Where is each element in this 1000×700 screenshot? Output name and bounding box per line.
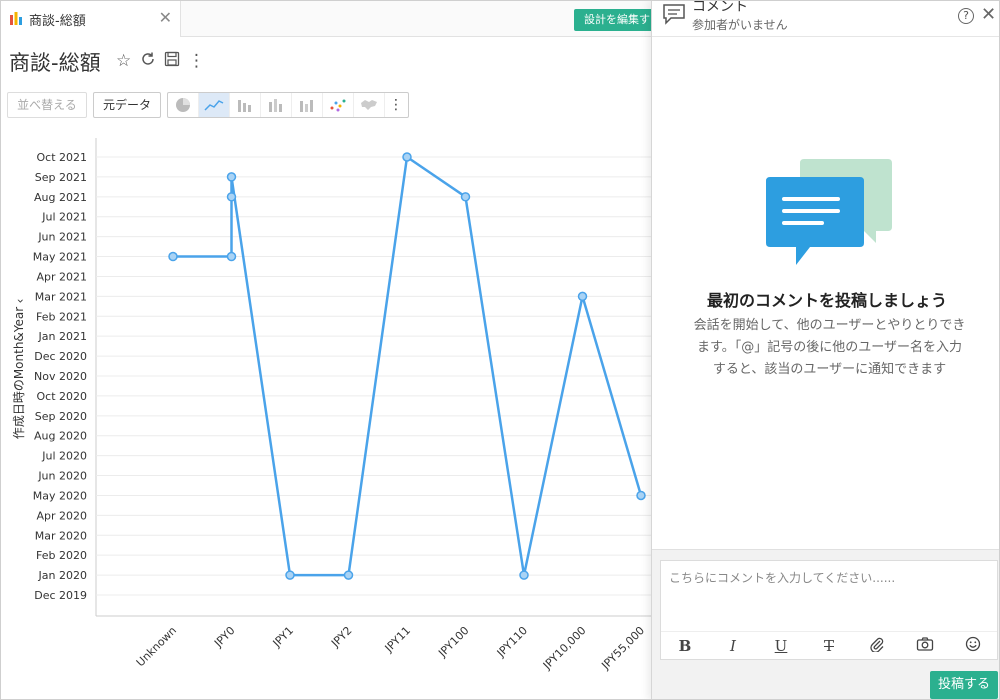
chart-type-switcher: ⋮ — [167, 92, 409, 118]
more-options-icon[interactable]: ⋮ — [188, 51, 205, 71]
scatter-chart-type-icon[interactable] — [323, 93, 354, 117]
line-chart-type-icon[interactable] — [199, 93, 230, 117]
data-point[interactable] — [577, 291, 588, 302]
y-tick-label: Aug 2021 — [34, 191, 87, 204]
chart-grid — [95, 138, 651, 617]
x-tick-label: JPY55,000 — [598, 624, 647, 673]
tab-label: 商談-総額 — [29, 13, 86, 29]
tab-bar: 商談-総額 ✕ 設計を編集する — [1, 1, 664, 37]
pie-chart-type-icon[interactable] — [168, 93, 199, 117]
help-icon[interactable]: ? — [958, 8, 974, 24]
empty-state-description: 会話を開始して、他のユーザーとやりとりできます。「@」記号の後に他のユーザー名を… — [693, 318, 966, 377]
attachment-icon[interactable] — [863, 636, 891, 656]
grouped-bar-chart-type-icon[interactable] — [292, 93, 323, 117]
map-chart-type-icon[interactable] — [354, 93, 385, 117]
report-tab[interactable]: 商談-総額 ✕ — [1, 1, 181, 37]
emoji-icon[interactable] — [959, 636, 987, 656]
comment-panel-title: コメント — [692, 0, 748, 15]
bold-icon[interactable]: B — [671, 637, 699, 655]
y-tick-label: Dec 2020 — [34, 350, 87, 363]
y-tick-label: Sep 2021 — [35, 171, 87, 184]
comment-input[interactable] — [661, 561, 997, 629]
data-point[interactable] — [519, 570, 529, 580]
star-icon[interactable]: ☆ — [116, 51, 131, 71]
y-tick-label: Feb 2021 — [36, 310, 87, 323]
x-tick-label: JPY100 — [435, 624, 471, 660]
data-point[interactable] — [226, 251, 237, 262]
comment-composer: B I U T 投稿する — [652, 549, 999, 699]
data-point[interactable] — [285, 570, 295, 580]
stacked-bar-chart-type-icon[interactable] — [261, 93, 292, 117]
y-tick-label: Jul 2020 — [41, 450, 87, 463]
y-tick-label: Mar 2021 — [35, 290, 87, 303]
raw-data-button[interactable]: 元データ — [93, 92, 161, 118]
y-tick-label: May 2021 — [33, 251, 87, 264]
italic-icon[interactable]: I — [719, 637, 747, 655]
y-tick-label: Apr 2021 — [36, 270, 87, 283]
report-title: 商談-総額 — [9, 51, 101, 75]
y-tick-label: Oct 2020 — [36, 390, 87, 403]
x-tick-label: JPY11 — [382, 624, 413, 655]
close-tab-icon[interactable]: ✕ — [159, 10, 172, 26]
close-icon[interactable]: ✕ — [981, 6, 996, 24]
comment-panel: コメント 参加者がいません ? ✕ 最初のコメントを投稿しましょう 会話を開始し… — [651, 0, 999, 699]
y-tick-label: Jun 2020 — [37, 470, 87, 483]
y-axis-ticks: Dec 2019 Jan 2020 Feb 2020 Mar 2020 Apr 2020… — [33, 151, 87, 602]
x-tick-label: JPY10,000 — [540, 624, 589, 673]
empty-state-title: 最初のコメントを投稿しましょう — [706, 291, 947, 310]
y-tick-label: Aug 2020 — [34, 430, 87, 443]
y-tick-label: Apr 2020 — [36, 509, 87, 522]
strikethrough-icon[interactable]: T — [815, 637, 843, 655]
comment-box: B I U T — [660, 560, 998, 660]
app-window: 商談-総額 ✕ 設計を編集する 商談-総額 ☆ ⋮ 並べ替える 元データ ⋮ D… — [0, 0, 1000, 700]
y-tick-label: Jan 2021 — [38, 330, 87, 343]
data-point[interactable] — [636, 490, 646, 501]
x-tick-label: JPY110 — [494, 624, 530, 660]
y-tick-label: Feb 2020 — [36, 549, 87, 562]
data-point[interactable] — [168, 251, 178, 262]
x-tick-label: JPY0 — [211, 624, 237, 650]
x-tick-label: Unknown — [134, 624, 179, 669]
y-tick-label: Oct 2021 — [36, 151, 87, 164]
format-toolbar: B I U T — [661, 631, 997, 659]
line-chart: Dec 2019 Jan 2020 Feb 2020 Mar 2020 Apr 2020… — [12, 138, 651, 673]
comment-icon — [662, 3, 686, 29]
camera-icon[interactable] — [911, 636, 939, 656]
data-point[interactable] — [226, 172, 237, 182]
post-comment-button[interactable]: 投稿する — [930, 671, 998, 699]
y-tick-label: Dec 2019 — [34, 589, 87, 602]
comment-panel-header: コメント 参加者がいません ? ✕ — [652, 0, 999, 37]
bar-chart-icon — [9, 10, 23, 29]
bar-chart-type-icon[interactable] — [230, 93, 261, 117]
y-tick-label: Mar 2020 — [35, 529, 87, 542]
x-tick-label: JPY1 — [270, 624, 296, 650]
y-tick-label: May 2020 — [33, 489, 87, 502]
y-tick-label: Jun 2021 — [37, 231, 87, 244]
refresh-icon[interactable] — [140, 51, 156, 72]
data-point[interactable] — [402, 152, 412, 162]
y-tick-label: Jan 2020 — [38, 569, 87, 582]
x-axis-ticks: Unknown JPY0 JPY1 JPY2 JPY11 JPY100 JPY110 JPY1… — [134, 624, 647, 673]
series-line — [173, 155, 643, 577]
y-tick-label: Jul 2021 — [41, 211, 87, 224]
underline-icon[interactable]: U — [767, 637, 795, 655]
comment-panel-subtitle: 参加者がいません — [692, 18, 788, 32]
y-axis-chevron-icon[interactable]: ‹ — [13, 299, 27, 304]
y-tick-label: Sep 2020 — [35, 410, 87, 423]
data-point[interactable] — [460, 192, 471, 202]
y-axis-title: 作成日時のMonth&Year — [12, 307, 26, 439]
save-icon[interactable] — [164, 51, 180, 72]
chat-bubbles-icon — [764, 155, 894, 275]
sort-button[interactable]: 並べ替える — [7, 92, 87, 118]
more-chart-types-icon[interactable]: ⋮ — [385, 93, 407, 117]
x-tick-label: JPY2 — [328, 624, 354, 650]
y-tick-label: Nov 2020 — [34, 370, 87, 383]
data-point[interactable] — [226, 192, 237, 202]
data-point[interactable] — [343, 570, 354, 580]
